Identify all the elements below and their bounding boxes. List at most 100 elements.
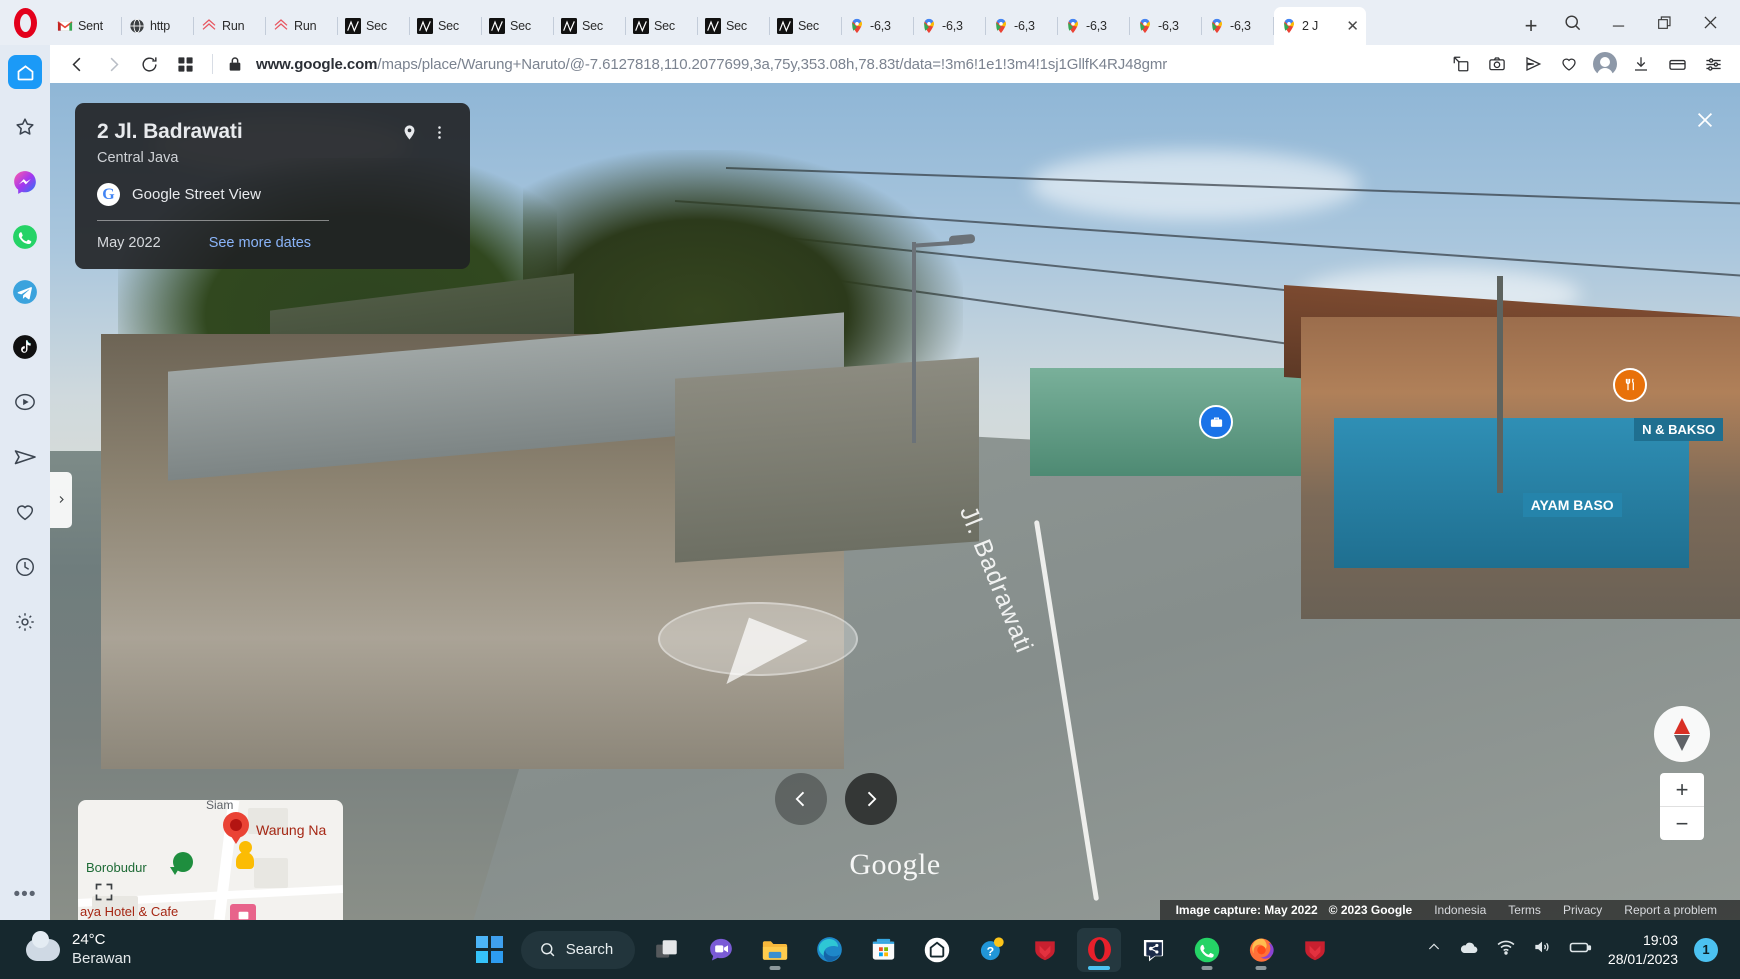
tab-12[interactable]: -6,3 xyxy=(914,7,986,45)
taskbar-app-opera-gx-home[interactable] xyxy=(915,928,959,972)
see-more-dates-link[interactable]: See more dates xyxy=(209,235,311,251)
tab-13[interactable]: -6,3 xyxy=(986,7,1058,45)
easy-setup-icon[interactable] xyxy=(1696,49,1730,79)
taskbar-weather-widget[interactable]: 24°C Berawan xyxy=(0,930,380,969)
sidebar-item-player[interactable] xyxy=(8,385,42,419)
close-icon[interactable] xyxy=(1688,4,1732,42)
tab-active[interactable]: 2 J ✕ xyxy=(1274,7,1366,45)
notification-badge[interactable]: 1 xyxy=(1693,937,1718,962)
tab-close-icon[interactable]: ✕ xyxy=(1346,19,1359,34)
taskbar-app-mcafee[interactable] xyxy=(1023,928,1067,972)
tab-1[interactable]: http xyxy=(122,7,194,45)
street-light-pole xyxy=(911,242,916,443)
taskbar-app-microsoft-edge[interactable] xyxy=(807,928,851,972)
minimap-fullscreen-button[interactable] xyxy=(90,878,118,906)
sidebar-item-favorites[interactable] xyxy=(8,495,42,529)
sidebar-item-telegram[interactable] xyxy=(8,275,42,309)
zoom-out-button[interactable]: − xyxy=(1660,807,1704,840)
tab-4[interactable]: Sec xyxy=(338,7,410,45)
zoom-in-button[interactable]: + xyxy=(1660,773,1704,806)
start-button[interactable] xyxy=(469,929,511,971)
restore-icon[interactable] xyxy=(1642,4,1686,42)
battery-icon[interactable] xyxy=(1568,935,1592,964)
taskbar-app-file-explorer[interactable] xyxy=(753,928,797,972)
tab-2[interactable]: Run xyxy=(194,7,266,45)
minimap-pin-borobudur[interactable] xyxy=(170,852,199,886)
next-pano-button[interactable] xyxy=(845,773,897,825)
taskbar-app-help[interactable]: ? xyxy=(969,928,1013,972)
tab-15[interactable]: -6,3 xyxy=(1130,7,1202,45)
wallet-icon[interactable] xyxy=(1660,49,1694,79)
sidebar-item-home[interactable] xyxy=(8,55,42,89)
sidebar-item-messenger[interactable] xyxy=(8,165,42,199)
pegman-icon[interactable] xyxy=(236,841,254,871)
street-view-canvas[interactable]: Jl. Badrawati N & BAKSO AYAM BASO 2 Jl. … xyxy=(50,83,1740,920)
taskbar-clock[interactable]: 19:03 28/01/2023 xyxy=(1608,931,1678,969)
sidebar-item-bookmarks[interactable] xyxy=(8,110,42,144)
attrib-link-report[interactable]: Report a problem xyxy=(1613,903,1728,917)
attrib-link-terms[interactable]: Terms xyxy=(1497,903,1552,917)
tab-9[interactable]: Sec xyxy=(698,7,770,45)
tab-14[interactable]: -6,3 xyxy=(1058,7,1130,45)
taskbar-app-whatsapp[interactable] xyxy=(1185,928,1229,972)
shop-sign: N & BAKSO xyxy=(1634,417,1724,441)
tab-7[interactable]: Sec xyxy=(554,7,626,45)
taskbar-app-microsoft-store[interactable] xyxy=(861,928,905,972)
tab-5[interactable]: Sec xyxy=(410,7,482,45)
poi-restaurant-icon[interactable] xyxy=(1613,367,1648,402)
minimize-icon[interactable] xyxy=(1596,4,1640,42)
tab-16[interactable]: -6,3 xyxy=(1202,7,1274,45)
gmail-icon xyxy=(57,18,73,34)
reload-icon[interactable] xyxy=(132,49,166,79)
more-vertical-icon[interactable] xyxy=(426,119,452,145)
url-text[interactable]: www.google.com/maps/place/Warung+Naruto/… xyxy=(256,56,1167,73)
sidebar-item-history[interactable] xyxy=(8,550,42,584)
tab-8[interactable]: Sec xyxy=(626,7,698,45)
location-pin-icon[interactable] xyxy=(396,119,422,145)
close-street-view-icon[interactable] xyxy=(1690,105,1720,135)
tab-10[interactable]: Sec xyxy=(770,7,842,45)
speaker-icon[interactable] xyxy=(1532,937,1552,962)
send-flow-icon[interactable] xyxy=(1516,49,1550,79)
taskbar-app-mcafee-shield[interactable] xyxy=(1293,928,1337,972)
wifi-icon[interactable] xyxy=(1496,937,1516,962)
sidebar-more-button[interactable]: ••• xyxy=(14,884,37,906)
address-bar[interactable]: www.google.com/maps/place/Warung+Naruto/… xyxy=(223,49,1442,79)
workspaces-icon[interactable] xyxy=(168,49,202,79)
attrib-link-privacy[interactable]: Privacy xyxy=(1552,903,1613,917)
minimap[interactable]: Warung Na Borobudur aya Hotel & Cafe Sia… xyxy=(78,800,343,920)
download-icon[interactable] xyxy=(1624,49,1658,79)
tab-search-icon[interactable] xyxy=(1550,4,1594,42)
sidebar-item-tiktok[interactable] xyxy=(8,330,42,364)
google-maps-pin-icon xyxy=(849,18,865,34)
previous-pano-button[interactable] xyxy=(775,773,827,825)
snapshot-camera-icon[interactable] xyxy=(1480,49,1514,79)
taskbar-search[interactable]: Search xyxy=(520,930,636,969)
back-arrow-icon[interactable] xyxy=(60,49,94,79)
padlock-icon[interactable] xyxy=(223,49,247,79)
sidebar-item-settings[interactable] xyxy=(8,605,42,639)
chevron-up-icon[interactable] xyxy=(1426,939,1442,960)
tab-11[interactable]: -6,3 xyxy=(842,7,914,45)
taskbar-app-opera[interactable] xyxy=(1077,927,1122,972)
onedrive-cloud-icon[interactable] xyxy=(1458,936,1480,963)
minimap-poi-badge[interactable] xyxy=(230,904,256,920)
taskbar-app-shareit[interactable] xyxy=(1131,928,1175,972)
attrib-link-indonesia[interactable]: Indonesia xyxy=(1423,903,1497,917)
taskbar-app-firefox[interactable] xyxy=(1239,928,1283,972)
heart-icon[interactable] xyxy=(1552,49,1586,79)
street-view-forward-arrow[interactable] xyxy=(658,601,859,676)
taskbar-app-task-view[interactable] xyxy=(645,928,689,972)
taskbar-app-teams-chat[interactable] xyxy=(699,928,743,972)
tab-3[interactable]: Run xyxy=(266,7,338,45)
tab-6[interactable]: Sec xyxy=(482,7,554,45)
expand-panel-button[interactable] xyxy=(50,471,72,528)
sidebar-item-whatsapp[interactable] xyxy=(8,220,42,254)
tab-0[interactable]: Sent xyxy=(50,7,122,45)
profile-avatar-icon[interactable] xyxy=(1588,49,1622,79)
sidebar-item-send[interactable] xyxy=(8,440,42,474)
pin-page-icon[interactable] xyxy=(1444,49,1478,79)
forward-arrow-icon[interactable] xyxy=(96,49,130,79)
new-tab-button[interactable]: + xyxy=(1512,7,1550,45)
compass-icon[interactable] xyxy=(1654,706,1710,762)
